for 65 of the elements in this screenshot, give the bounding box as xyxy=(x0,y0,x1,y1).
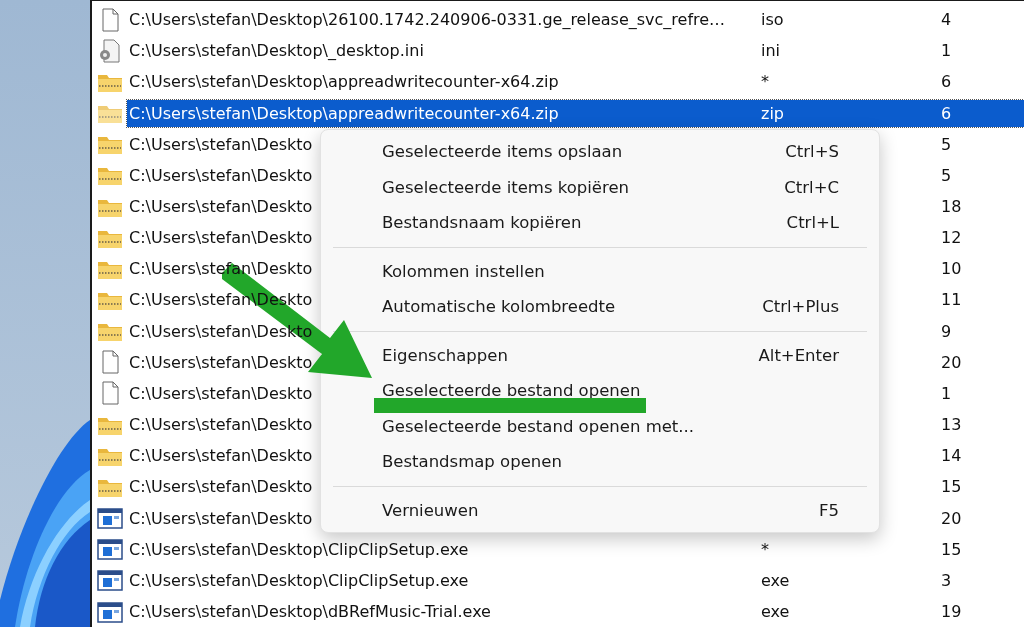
table-cell: * xyxy=(761,539,769,559)
table-cell: 18 xyxy=(941,197,962,216)
table-cell: 5 xyxy=(941,134,952,154)
shortcut-label: Ctrl+L xyxy=(786,213,839,233)
table-cell: 9 xyxy=(941,321,952,341)
menu-item[interactable]: Bestandsmap openen xyxy=(382,452,562,472)
table-cell: 15 xyxy=(941,539,962,559)
shortcut-label: Ctrl+Plus xyxy=(762,297,839,317)
table-cell: C:\Users\stefan\Deskto xyxy=(129,415,313,435)
table-cell: 5 xyxy=(941,165,952,185)
table-cell: 4 xyxy=(941,10,952,30)
table-cell: C:\Users\stefan\Desktop\ClipClipSetup.exe xyxy=(129,539,469,559)
menu-item[interactable]: Vernieuwen xyxy=(382,500,479,520)
table-cell: C:\Users\stefan\Deskto xyxy=(129,446,313,466)
program-window-icon xyxy=(97,567,123,594)
table-cell: ini xyxy=(761,41,781,61)
table-cell: 6 xyxy=(941,72,952,92)
shortcut-label: Ctrl+C xyxy=(784,177,839,197)
table-cell: C:\Users\stefan\Desktop\ClipClipSetup.exe xyxy=(129,570,469,590)
table-cell: iso xyxy=(761,10,784,30)
table-cell: 15 xyxy=(941,477,962,497)
table-cell: 19 xyxy=(941,602,962,622)
table-cell: C:\Users\stefan\Desktop\dBRefMusic-Trial.exe xyxy=(129,602,491,622)
table-cell: C:\Users\stefan\Desktop\_desktop.ini xyxy=(129,41,424,61)
table-cell: zip xyxy=(761,103,784,123)
shortcut-label: F5 xyxy=(819,500,839,520)
table-cell: C:\Users\stefan\Deskto xyxy=(129,197,313,216)
table-cell: 10 xyxy=(941,259,962,279)
table-cell: 1 xyxy=(941,383,952,403)
gear-document-icon xyxy=(97,37,123,64)
menu-item[interactable]: Geselecteerde items kopiëren xyxy=(382,177,630,197)
table-cell: 14 xyxy=(941,446,962,466)
menu-item[interactable]: Geselecteerde bestand openen xyxy=(382,381,641,401)
program-window-icon xyxy=(97,536,123,563)
table-cell: exe xyxy=(761,602,790,622)
table-cell: C:\Users\stefan\Desktop\26100.1742.240906-0331.ge_release_svc_refre… xyxy=(129,10,726,30)
table-cell: C:\Users\stefan\Deskto xyxy=(129,508,313,528)
menu-item[interactable]: Bestandsnaam kopiëren xyxy=(382,213,582,233)
table-cell: 13 xyxy=(941,415,962,435)
program-window-icon xyxy=(97,505,123,532)
table-cell: 6 xyxy=(941,103,952,123)
table-cell: C:\Users\stefan\Deskto xyxy=(129,352,313,372)
table-cell: exe xyxy=(761,570,790,590)
selected-row-highlight[interactable]: C:\Users\stefan\Desktop\appreadwritecounter-x64.zip zip 6 xyxy=(127,99,1024,127)
menu-item[interactable]: Geselecteerde items opslaan xyxy=(382,142,623,162)
table-cell: 20 xyxy=(941,352,962,372)
table-cell: 11 xyxy=(941,290,962,310)
table-cell: C:\Users\stefan\Deskto xyxy=(129,477,313,497)
table-cell: C:\Users\stefan\Desktop\appreadwritecounter-x64.zip xyxy=(129,72,559,92)
table-cell: C:\Users\stefan\Deskto xyxy=(129,165,313,185)
menu-item[interactable]: Automatische kolombreedte xyxy=(382,297,616,317)
menu-item[interactable]: Eigenschappen xyxy=(382,345,508,365)
table-cell: * xyxy=(761,72,769,92)
table-cell: C:\Users\stefan\Desktop\appreadwritecounter-x64.zip xyxy=(129,103,559,123)
table-cell: 20 xyxy=(941,508,962,528)
table-cell: C:\Users\stefan\Deskto xyxy=(129,134,313,154)
menu-item[interactable]: Kolommen instellen xyxy=(382,261,545,281)
menu-item[interactable]: Geselecteerde bestand openen met... xyxy=(382,416,695,436)
table-cell: C:\Users\stefan\Deskto xyxy=(129,228,313,248)
shortcut-label: Alt+Enter xyxy=(758,345,839,365)
table-cell: 3 xyxy=(941,570,952,590)
table-cell: 12 xyxy=(941,228,962,248)
table-cell: C:\Users\stefan\Deskto xyxy=(129,383,313,403)
shortcut-label: Ctrl+S xyxy=(785,142,839,162)
table-cell: 1 xyxy=(941,41,952,61)
